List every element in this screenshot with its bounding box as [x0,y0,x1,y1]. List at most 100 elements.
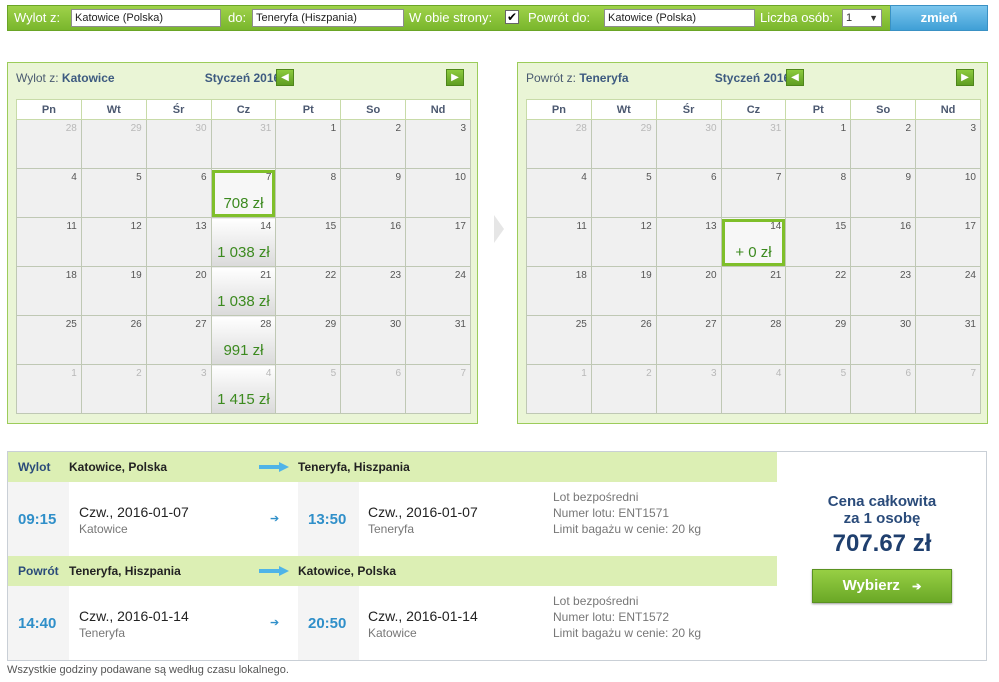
calendar-day-cell: 11 [16,217,82,267]
calendar-day-cell: 19 [590,266,657,316]
calendar-day-cell: 9 [850,168,917,218]
calendar-day-cell: 27 [145,315,212,365]
outbound-leg-details: 09:15 Czw., 2016-01-07 Katowice ➔ 13:50 … [8,482,777,556]
calendar-day-cell[interactable]: 14 1 038 zł [210,217,277,267]
return-input[interactable]: Katowice (Polska) [604,9,755,27]
calendar-day-cell: 5 [590,168,657,218]
day-number: 31 [454,319,466,330]
arrow-right-icon [259,462,289,472]
weekday-header: Pt [275,99,342,120]
day-number: 13 [705,221,717,232]
calendar-week-row: 11 12 13 14 + 0 zł 15 16 17 [526,217,981,267]
calendar-day-cell: 22 [785,266,852,316]
return-leg-details: 14:40 Czw., 2016-01-14 Teneryfa ➔ 20:50 … [8,586,777,660]
prev-month-button[interactable]: ◀ [276,69,294,86]
calendar-day-cell[interactable]: 21 1 038 zł [210,266,277,316]
calendar-day-cell: 11 [526,217,592,267]
arrow-right-icon: ▶ [961,72,969,83]
choose-button[interactable]: Wybierz ➔ [812,569,952,603]
calendar-week-row: 1 2 3 4 1 415 zł 5 6 7 [16,364,471,414]
calendar-day-cell: 8 [785,168,852,218]
calendar-day-cell: 31 [720,119,787,169]
day-number: 19 [640,270,652,281]
calendar-day-cell: 17 [915,217,981,267]
calendar-day-cell: 6 [145,168,212,218]
persons-label: Liczba osób: [760,10,833,25]
calendar-day-cell: 19 [80,266,147,316]
day-number: 11 [576,221,587,232]
weekday-header: Pn [526,99,592,120]
calendar-day-cell: 5 [785,364,852,414]
from-input[interactable]: Katowice (Polska) [71,9,221,27]
next-month-button[interactable]: ▶ [446,69,464,86]
day-price: 1 038 zł [217,293,270,310]
calendar-day-cell: 31 [915,315,981,365]
change-button[interactable]: zmień [890,5,988,31]
day-number: 17 [454,221,466,232]
calendar-day-cell[interactable]: 7 708 zł [210,168,277,218]
arrow-right-icon: ▶ [451,72,459,83]
calendar-day-cell: 25 [16,315,82,365]
arrival-city: Katowice [368,626,417,640]
prev-month-button[interactable]: ◀ [786,69,804,86]
next-month-button[interactable]: ▶ [956,69,974,86]
calendar-day-cell: 26 [80,315,147,365]
day-number: 6 [905,368,912,379]
day-number: 31 [964,319,976,330]
weekday-header: Wt [80,99,147,120]
footnote: Wszystkie godziny podawane są według cza… [7,664,289,676]
calendar-day-cell: 5 [275,364,342,414]
day-number: 4 [581,172,587,183]
calendar-day-cell: 29 [590,119,657,169]
day-price: 1 038 zł [217,244,270,261]
day-number: 25 [575,319,587,330]
arrival-time: 20:50 [308,615,347,632]
day-number: 8 [330,172,337,183]
day-number: 7 [970,368,976,379]
arrow-left-icon: ◀ [281,72,289,83]
persons-select[interactable]: 1 ▼ [842,9,882,27]
departure-time: 14:40 [18,615,57,632]
day-number: 24 [454,270,466,281]
day-number: 29 [325,319,337,330]
day-number: 20 [195,270,207,281]
day-number: 21 [260,270,272,281]
calendar-day-cell[interactable]: 4 1 415 zł [210,364,277,414]
calendar-day-cell[interactable]: 14 + 0 zł [720,217,787,267]
day-number: 23 [899,270,912,281]
day-number: 12 [130,221,142,232]
to-input[interactable]: Teneryfa (Hiszpania) [252,9,404,27]
day-number: 8 [840,172,847,183]
roundtrip-checkbox[interactable]: ✔ [505,10,519,24]
day-number: 3 [200,368,207,379]
calendar-day-cell: 4 [16,168,82,218]
day-number: 22 [835,270,847,281]
day-number: 10 [454,172,466,183]
day-number: 14 [260,221,272,232]
leg-tag: Powrót [18,564,59,578]
day-number: 4 [775,368,782,379]
calendar-day-cell: 16 [340,217,407,267]
day-number: 14 [770,221,782,232]
day-number: 3 [970,123,976,134]
persons-value: 1 [846,12,853,24]
weekday-header: Śr [655,99,722,120]
day-number: 9 [905,172,912,183]
day-number: 2 [646,368,652,379]
arrival-time: 13:50 [308,511,347,528]
leg-from: Teneryfa, Hiszpania [69,564,181,578]
to-label: do: [228,10,247,25]
weekday-header: Nd [915,99,981,120]
calendar-day-cell[interactable]: 28 991 zł [210,315,277,365]
return-leg-header: Powrót Teneryfa, Hiszpania Katowice, Pol… [8,556,777,586]
weekday-header: Cz [210,99,277,120]
arrow-right-icon [259,566,289,576]
day-number: 18 [575,270,587,281]
day-number: 27 [705,319,717,330]
calendar-day-cell: 10 [405,168,471,218]
calendar-week-row: 4 5 6 7 8 9 10 [526,168,981,218]
calendar-header: Wylot z: Katowice Styczeń 2016 ◀ ▶ [8,63,477,93]
day-number: 26 [640,319,652,330]
calendar-day-cell: 30 [850,315,917,365]
day-number: 30 [195,123,207,134]
